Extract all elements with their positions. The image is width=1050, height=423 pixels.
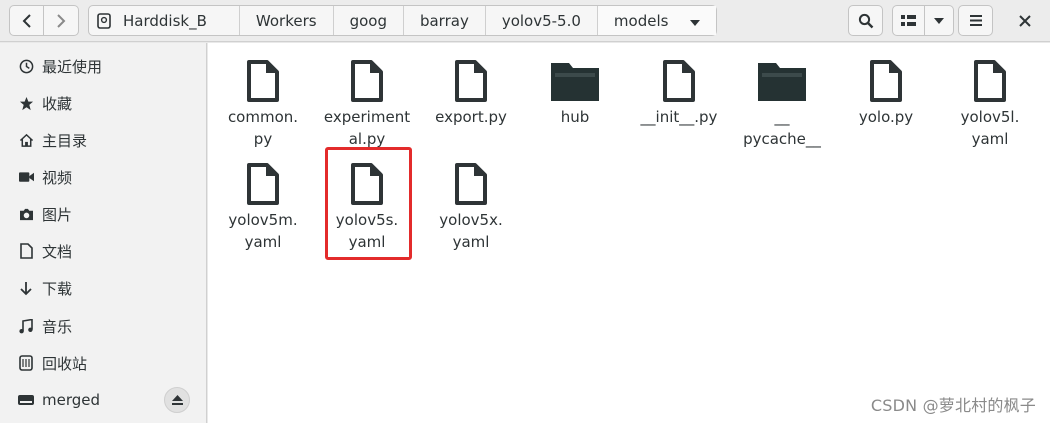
menu-button[interactable]	[958, 5, 993, 36]
document-icon	[419, 155, 523, 205]
file-name: hub	[560, 108, 590, 126]
document-icon	[211, 52, 315, 102]
sidebar-item-documents[interactable]: 文档	[0, 236, 206, 266]
home-icon	[18, 132, 34, 148]
sidebar-item-trash[interactable]: 回收站	[0, 348, 206, 378]
file-init[interactable]: __init__.py	[627, 52, 731, 128]
document-icon	[315, 52, 419, 102]
close-button[interactable]	[1008, 5, 1042, 36]
file-export[interactable]: export.py	[419, 52, 523, 128]
document-icon	[211, 155, 315, 205]
drive-icon	[93, 6, 115, 35]
sidebar-item-label: 音乐	[42, 317, 73, 336]
back-button[interactable]	[9, 5, 44, 36]
watermark: CSDN @萝北村的枫子	[870, 396, 1036, 415]
file-name: export.py	[435, 108, 507, 126]
crumb-models[interactable]: models	[596, 6, 717, 35]
sidebar-item-label: 图片	[42, 205, 73, 224]
list-view-icon	[901, 14, 916, 26]
sidebar: 最近使用 收藏 主目录 视频 图片 文档 下载 音乐 回收站 merged	[0, 43, 207, 423]
sidebar-item-label: 主目录	[42, 131, 88, 150]
path-bar: Harddisk_B Workers goog barray yolov5-5.…	[88, 5, 718, 36]
sidebar-item-label: 回收站	[42, 354, 88, 373]
chevron-left-icon	[22, 13, 31, 28]
chevron-right-icon	[57, 13, 66, 28]
file-name: yolov5l. yaml	[960, 108, 1020, 148]
document-icon	[627, 52, 731, 102]
eject-button[interactable]	[164, 387, 190, 413]
sidebar-item-recent[interactable]: 最近使用	[0, 51, 206, 81]
crumb-label: Harddisk_B	[123, 11, 207, 30]
header-bar: Harddisk_B Workers goog barray yolov5-5.…	[0, 0, 1050, 42]
sidebar-item-label: 视频	[42, 168, 73, 187]
sidebar-item-label: 文档	[42, 242, 73, 261]
crumb-goog[interactable]: goog	[332, 6, 403, 35]
file-experimental[interactable]: experiment al.py	[315, 52, 419, 150]
music-icon	[18, 318, 34, 334]
file-name: experiment al.py	[323, 108, 411, 148]
folder-icon	[523, 52, 627, 102]
folder-hub[interactable]: hub	[523, 52, 627, 128]
document-icon	[834, 52, 938, 102]
file-name: yolov5x. yaml	[439, 211, 503, 251]
view-toggle-button[interactable]	[892, 5, 925, 36]
folder-pycache[interactable]: __ pycache__	[730, 52, 834, 150]
file-common[interactable]: common. py	[211, 52, 315, 150]
camera-icon	[18, 206, 34, 222]
file-name: __ pycache__	[743, 108, 821, 148]
hamburger-icon	[969, 15, 982, 26]
sidebar-item-music[interactable]: 音乐	[0, 311, 206, 341]
sidebar-item-home[interactable]: 主目录	[0, 125, 206, 155]
sidebar-item-label: merged	[42, 391, 101, 409]
crumb-yolov5[interactable]: yolov5-5.0	[484, 6, 597, 35]
file-name: yolo.py	[858, 108, 914, 126]
sidebar-item-merged[interactable]: merged	[0, 385, 206, 415]
crumb-label: models	[613, 11, 669, 30]
sidebar-item-label: 最近使用	[42, 57, 103, 76]
star-icon	[18, 95, 34, 111]
crumb-barray[interactable]: barray	[402, 6, 485, 35]
download-icon	[18, 280, 34, 296]
sidebar-item-label: 下载	[42, 279, 73, 298]
view-options-button[interactable]	[924, 5, 954, 36]
file-name: yolov5m. yaml	[228, 211, 298, 251]
chevron-down-icon	[934, 17, 944, 24]
search-icon	[858, 13, 873, 28]
file-name: __init__.py	[640, 108, 718, 126]
file-yolov5x[interactable]: yolov5x. yaml	[419, 155, 523, 253]
sidebar-item-label: 收藏	[42, 94, 73, 113]
document-icon	[419, 52, 523, 102]
clock-icon	[18, 58, 34, 74]
close-icon	[1019, 14, 1031, 27]
sidebar-item-starred[interactable]: 收藏	[0, 88, 206, 118]
sidebar-item-videos[interactable]: 视频	[0, 162, 206, 192]
crumb-workers[interactable]: Workers	[238, 6, 333, 35]
nav-buttons	[9, 5, 79, 36]
chevron-down-icon	[690, 12, 701, 30]
highlight-box	[325, 147, 412, 260]
document-icon	[18, 243, 34, 259]
sidebar-item-downloads[interactable]: 下载	[0, 273, 206, 303]
file-yolov5l[interactable]: yolov5l. yaml	[938, 52, 1042, 150]
search-button[interactable]	[848, 5, 883, 36]
sidebar-item-pictures[interactable]: 图片	[0, 199, 206, 229]
eject-icon	[171, 395, 183, 405]
drive-icon	[18, 392, 34, 408]
video-icon	[18, 169, 34, 185]
file-view: common. py experiment al.py export.py hub	[208, 43, 1050, 423]
trash-icon	[18, 355, 34, 371]
file-yolo[interactable]: yolo.py	[834, 52, 938, 128]
file-name: common. py	[227, 108, 299, 148]
folder-icon	[730, 52, 834, 102]
forward-button[interactable]	[44, 5, 79, 36]
crumb-harddisk[interactable]: Harddisk_B	[89, 6, 239, 35]
document-icon	[938, 52, 1042, 102]
file-yolov5m[interactable]: yolov5m. yaml	[211, 155, 315, 253]
